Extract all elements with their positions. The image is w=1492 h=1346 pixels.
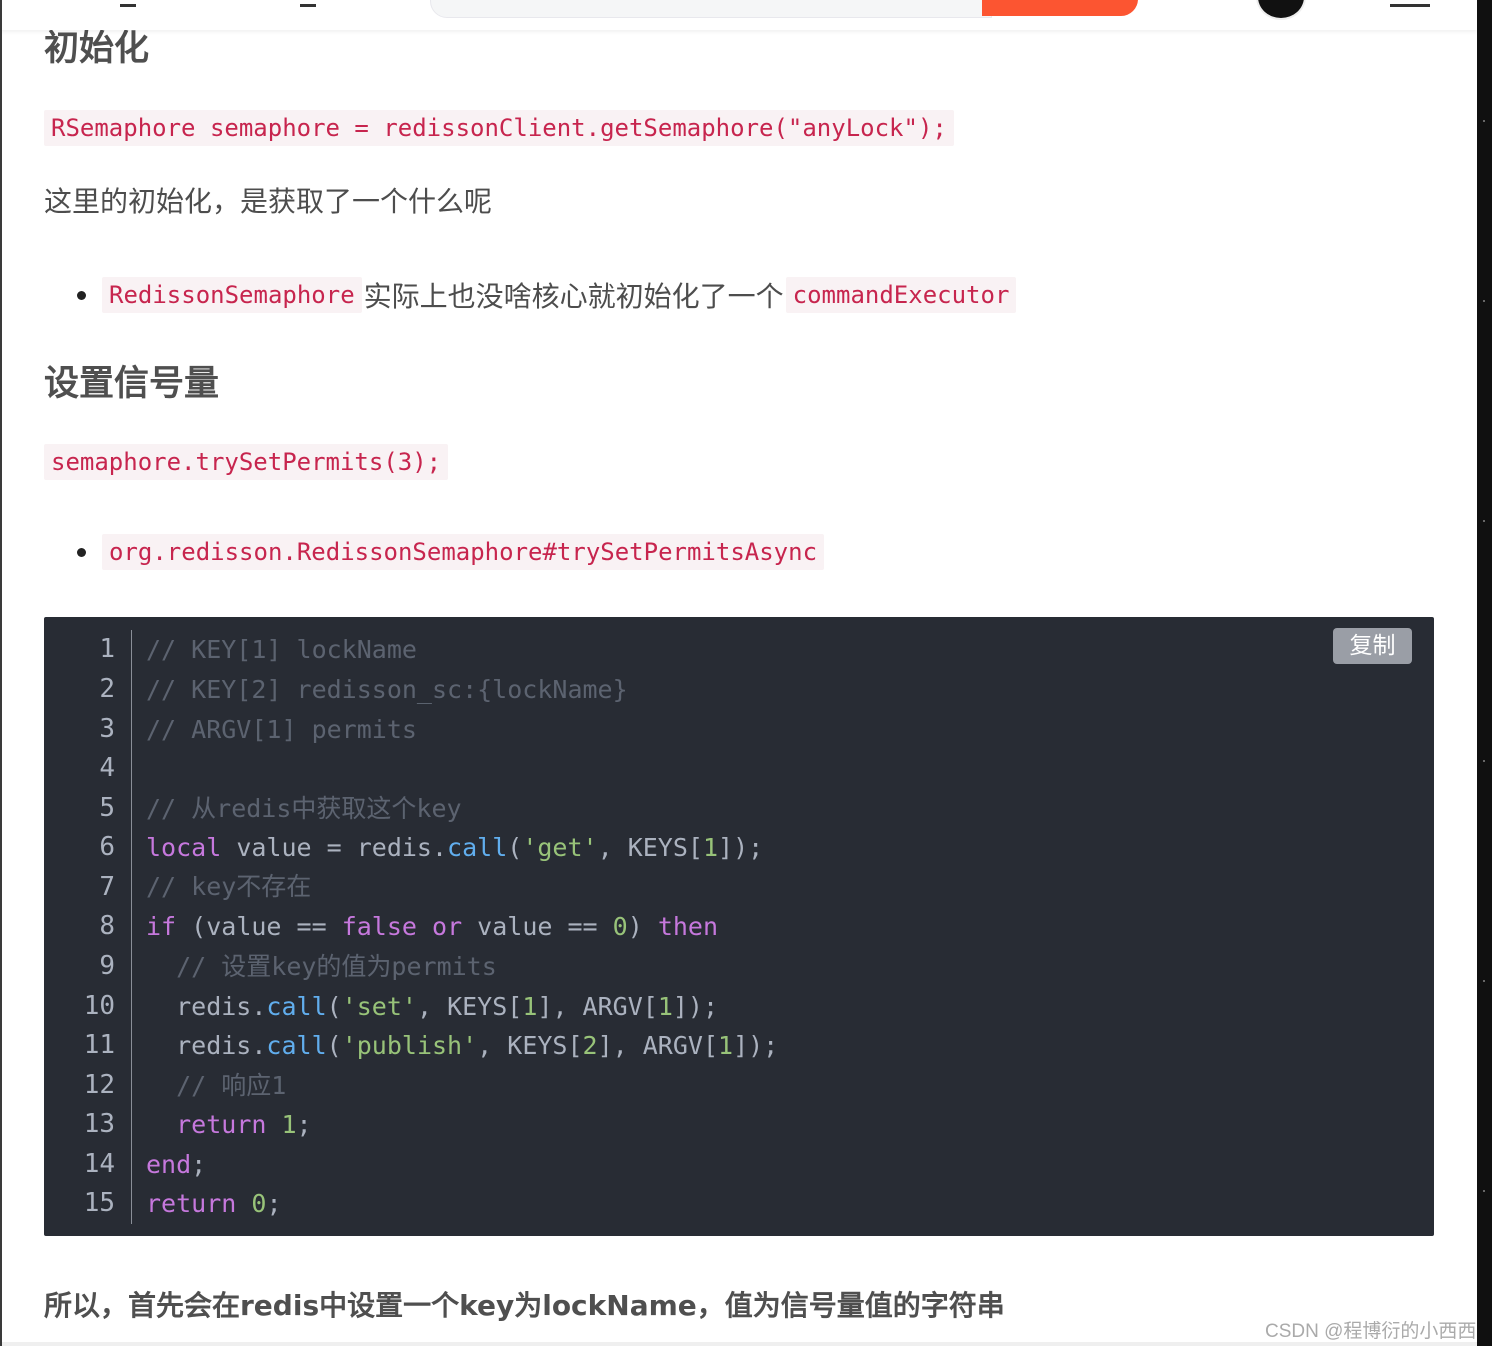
code-line: // 设置key的值为permits (146, 952, 497, 981)
line-number-gutter: 1 2 3 4 5 6 7 8 9 10 11 12 13 14 15 (44, 630, 132, 1224)
paragraph-question: 这里的初始化，是获取了一个什么呢 (44, 185, 493, 218)
watermark: CSDN @程博衍的小西西 (1265, 1321, 1477, 1342)
list-item: RedissonSemaphore 实际上也没啥核心就初始化了一个 comman… (44, 275, 1017, 315)
code-line: return 0; (146, 1189, 282, 1218)
line-number: 12 (83, 1070, 115, 1100)
list-item: org.redisson.RedissonSemaphore#trySetPer… (44, 534, 825, 570)
search-button[interactable] (982, 0, 1138, 16)
code-line: return 1; (176, 1110, 312, 1139)
line-number: 2 (99, 674, 115, 704)
avatar[interactable] (1256, 0, 1306, 20)
code-line: end; (146, 1150, 207, 1179)
line-number: 11 (83, 1030, 115, 1060)
heading-set-permits: 设置信号量 (44, 364, 220, 404)
line-number: 7 (99, 872, 115, 902)
site-header (0, 0, 1477, 30)
bullet-icon (77, 547, 86, 557)
code-line: // ARGV[1] permits (146, 715, 417, 744)
line-number: 10 (83, 991, 115, 1021)
copy-button[interactable]: 复制 (1333, 628, 1412, 664)
inline-code-try-set-permits: semaphore.trySetPermits(3); (44, 444, 449, 480)
line-number: 14 (83, 1149, 115, 1179)
code-line: // KEY[1] lockName (146, 635, 417, 664)
line-number: 1 (99, 634, 115, 664)
code-line: if (value == false or value == 0) then (146, 912, 719, 941)
bottom-divider (0, 1342, 1477, 1346)
nav-item-fragment[interactable] (120, 0, 136, 7)
code-line: // KEY[2] redisson_sc:{lockName} (146, 675, 628, 704)
line-number: 8 (99, 911, 115, 941)
nav-item-fragment[interactable] (300, 0, 316, 7)
line-number: 15 (83, 1188, 115, 1218)
line-number: 13 (83, 1109, 115, 1139)
window-edge (0, 0, 2, 1346)
page-background-strip (1477, 0, 1492, 1346)
code-line: local value = redis.call('get', KEYS[1])… (146, 833, 764, 862)
inline-code-class: RedissonSemaphore (102, 277, 362, 313)
inline-code-init: RSemaphore semaphore = redissonClient.ge… (44, 110, 954, 146)
code-line: // 从redis中获取这个key (146, 794, 462, 823)
code-line: // 响应1 (146, 1071, 287, 1100)
inline-code-method-ref: org.redisson.RedissonSemaphore#trySetPer… (102, 534, 825, 570)
list-item-text: 实际上也没啥核心就初始化了一个 (363, 280, 784, 313)
inline-code-field: commandExecutor (785, 277, 1017, 313)
search-input[interactable] (430, 0, 992, 18)
code-line: redis.call('set', KEYS[1], ARGV[1]); (146, 992, 719, 1021)
line-number: 9 (99, 951, 115, 981)
nav-item-fragment[interactable] (1390, 0, 1430, 7)
summary-text: 所以，首先会在redis中设置一个key为lockName，值为信号量值的字符串 (44, 1289, 1005, 1322)
code-line: redis.call('publish', KEYS[2], ARGV[1]); (146, 1031, 779, 1060)
heading-init: 初始化 (44, 29, 150, 69)
line-number: 4 (99, 753, 115, 783)
line-number: 5 (99, 793, 115, 823)
line-number: 6 (99, 832, 115, 862)
bullet-icon (77, 290, 86, 300)
line-number: 3 (99, 714, 115, 744)
code-line: // key不存在 (146, 872, 312, 901)
